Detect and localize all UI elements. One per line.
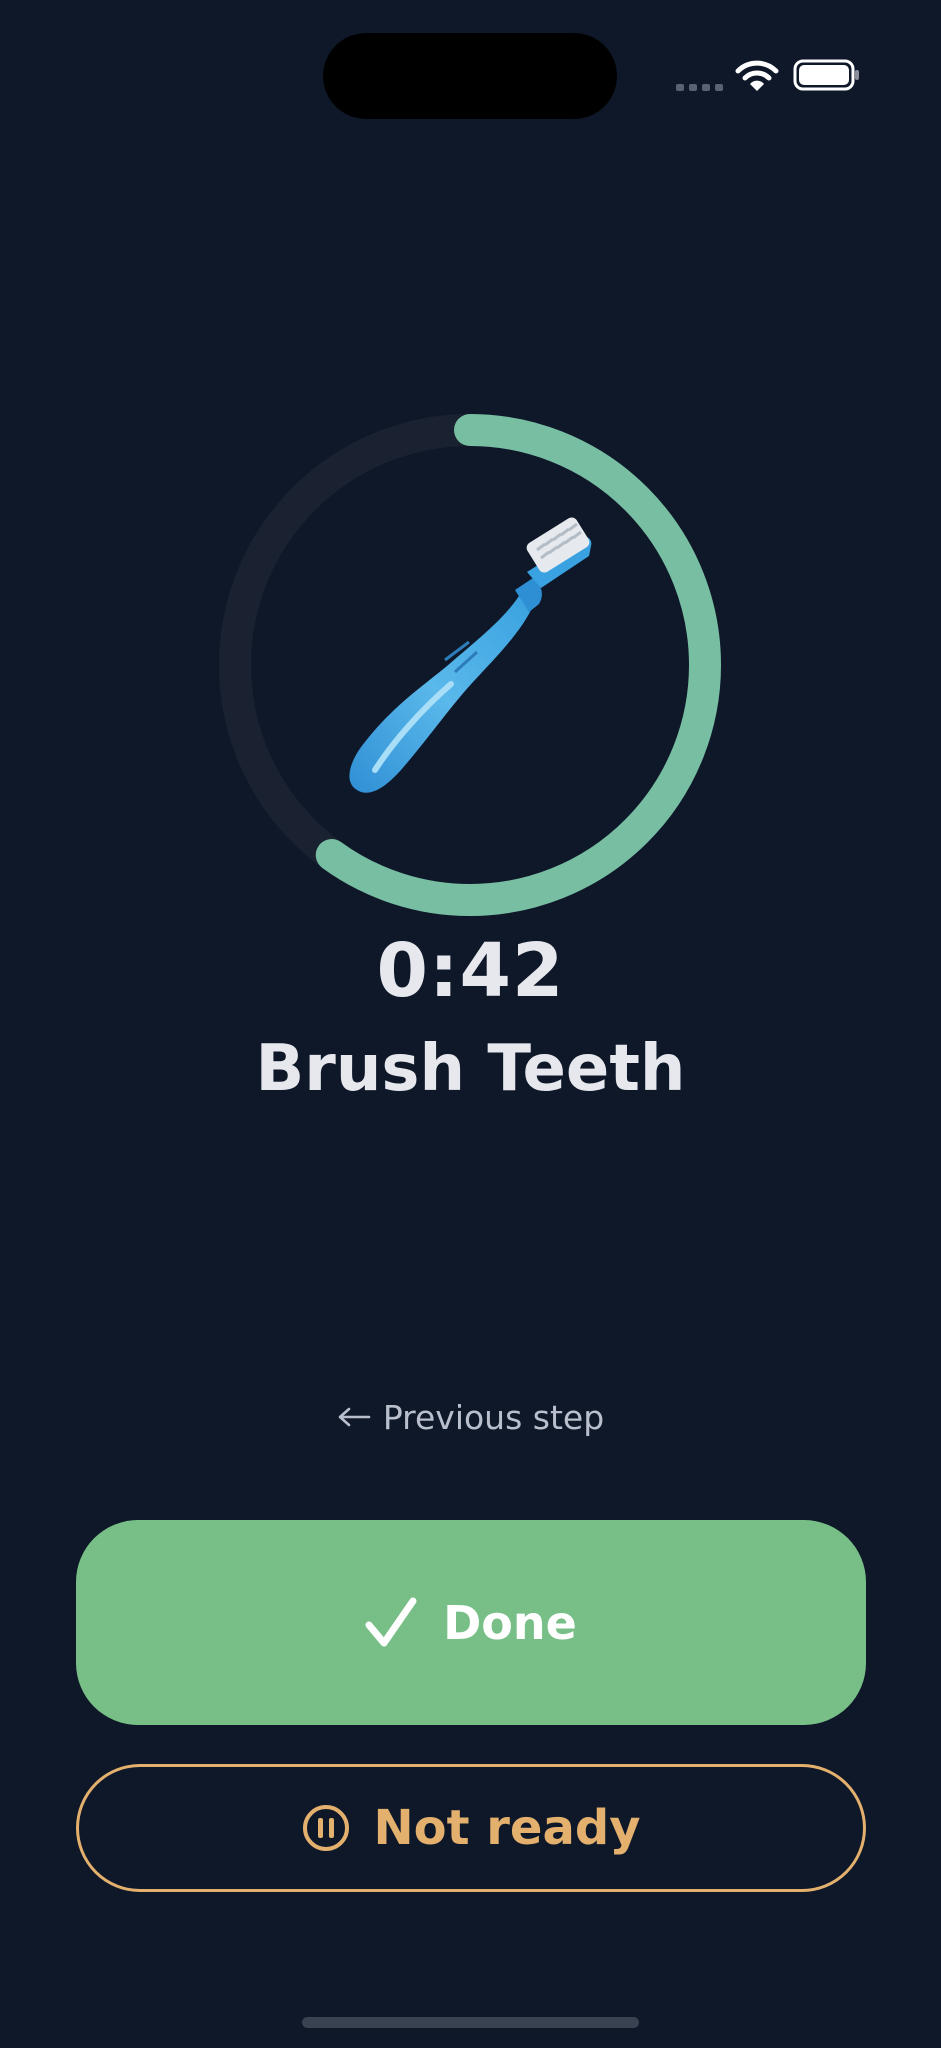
- dynamic-island: [323, 33, 617, 119]
- toothbrush-icon: [349, 517, 592, 793]
- cellular-signal-icon: [676, 84, 723, 91]
- step-timer: 0:42: [376, 928, 565, 1014]
- step-title: Brush Teeth: [255, 1032, 686, 1106]
- previous-step-label: Previous step: [382, 1397, 605, 1437]
- previous-step-link[interactable]: Previous step: [0, 1392, 941, 1442]
- arrow-left-icon: [338, 1407, 371, 1427]
- not-ready-button[interactable]: Not ready: [76, 1764, 866, 1892]
- done-button[interactable]: Done: [76, 1520, 866, 1725]
- home-indicator[interactable]: [302, 2017, 639, 2028]
- done-button-label: Done: [443, 1595, 577, 1650]
- not-ready-button-label: Not ready: [373, 1800, 641, 1856]
- checkmark-icon: [365, 1597, 417, 1646]
- pause-circle-icon: [303, 1805, 350, 1851]
- battery-full-icon: [793, 59, 859, 91]
- wifi-icon: [735, 60, 779, 91]
